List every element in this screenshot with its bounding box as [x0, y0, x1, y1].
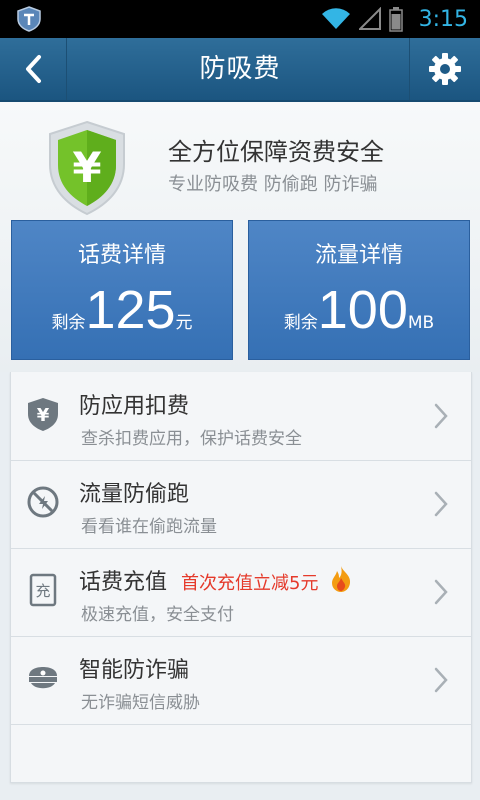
- yuan-shield-icon: ¥: [28, 398, 58, 431]
- wifi-icon: [321, 8, 350, 30]
- card-balance: 剩余100MB: [249, 279, 469, 341]
- chevron-right-icon: [434, 579, 448, 605]
- security-shield-icon: ¥: [49, 120, 125, 216]
- settings-button[interactable]: [409, 38, 480, 100]
- recharge-icon: 充: [29, 573, 57, 607]
- signal-icon: [358, 7, 381, 30]
- card-unit: 元: [175, 313, 193, 333]
- card-title: 流量详情: [314, 243, 403, 268]
- list-item-subtitle: 极速充值，安全支付: [81, 605, 234, 625]
- list-item-traffic-protection[interactable]: 流量防偷跑 看看谁在偷跑流量: [11, 460, 471, 549]
- battery-icon: [388, 7, 403, 32]
- clock: 3:15: [418, 6, 468, 32]
- list-item-title: 防应用扣费: [79, 394, 190, 419]
- flame-icon: [332, 566, 351, 592]
- chevron-right-icon: [434, 403, 448, 429]
- page-title: 防吸费: [199, 54, 281, 84]
- list-item-title-line: 话费充值 首次充值立减5元: [79, 564, 353, 596]
- card-title: 话费详情: [77, 243, 166, 268]
- list-item-title: 话费充值: [79, 570, 168, 595]
- card-prefix: 剩余: [51, 313, 86, 333]
- promo-text: 首次充值立减5元: [181, 573, 319, 594]
- card-balance: 剩余125元: [12, 279, 232, 341]
- list-item-app-charge-protection[interactable]: ¥ 防应用扣费 查杀扣费应用，保护话费安全: [11, 372, 471, 461]
- title-bar: 防吸费: [0, 38, 480, 102]
- police-cap-icon: [29, 667, 57, 689]
- list-item-anti-fraud[interactable]: 智能防诈骗 无诈骗短信威胁: [11, 636, 471, 725]
- gear-icon: [429, 53, 461, 85]
- list-item-title: 智能防诈骗: [79, 658, 190, 683]
- chevron-left-icon: [26, 55, 41, 83]
- shield-app-icon: [17, 6, 41, 32]
- shield-yuan-symbol: ¥: [72, 143, 101, 192]
- card-value: 100: [317, 280, 408, 340]
- headline: 全方位保障资费安全: [168, 138, 384, 166]
- list-item-subtitle: 查杀扣费应用，保护话费安全: [81, 429, 302, 449]
- svg-text:¥: ¥: [37, 405, 50, 426]
- status-bar: 3:15: [0, 0, 480, 38]
- svg-text:充: 充: [35, 582, 50, 600]
- chevron-right-icon: [434, 667, 448, 693]
- list-item-title: 流量防偷跑: [79, 482, 190, 507]
- card-value: 125: [85, 280, 176, 340]
- phone-fee-card[interactable]: 话费详情 剩余125元: [11, 220, 233, 360]
- data-usage-card[interactable]: 流量详情 剩余100MB: [248, 220, 470, 360]
- subheadline: 专业防吸费 防偷跑 防诈骗: [168, 174, 378, 195]
- back-button[interactable]: [0, 38, 67, 100]
- chevron-right-icon: [434, 491, 448, 517]
- feature-list: ¥ 防应用扣费 查杀扣费应用，保护话费安全 流量防偷跑 看看谁在偷跑流量 充 话…: [10, 372, 472, 783]
- card-unit: MB: [407, 313, 435, 333]
- list-item-subtitle: 无诈骗短信威胁: [81, 693, 200, 713]
- traffic-block-icon: [27, 486, 59, 518]
- list-item-subtitle: 看看谁在偷跑流量: [81, 517, 217, 537]
- list-item-recharge[interactable]: 充 话费充值 首次充值立减5元 极速充值，安全支付: [11, 548, 471, 637]
- card-prefix: 剩余: [283, 313, 318, 333]
- hero-section: ¥ 全方位保障资费安全 专业防吸费 防偷跑 防诈骗 话费详情 剩余125元 流量…: [0, 102, 480, 372]
